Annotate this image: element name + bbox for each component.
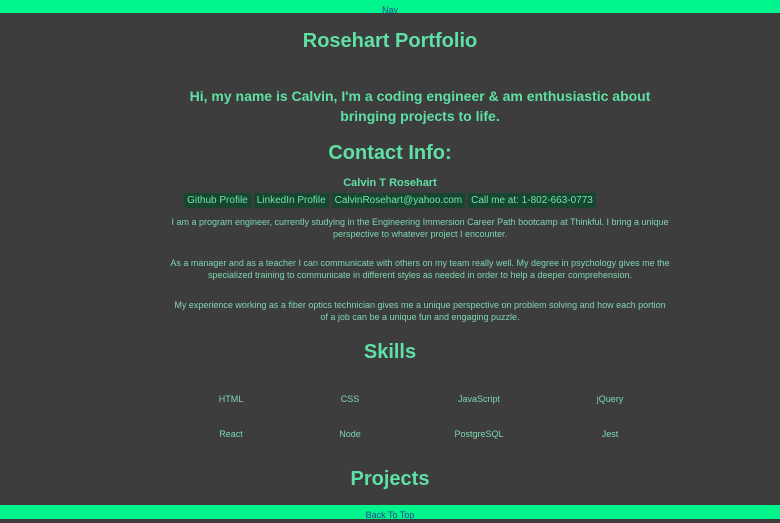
nav-link[interactable]: Nav (382, 5, 398, 15)
linkedin-link[interactable]: LinkedIn Profile (253, 193, 329, 208)
page-title: Rosehart Portfolio (302, 30, 478, 52)
skill-jquery: jQuery (596, 394, 624, 404)
phone-link[interactable]: Call me at: 1-802-663-0773 (468, 193, 596, 208)
contact-links: Github Profile LinkedIn Profile CalvinRo… (0, 193, 780, 208)
projects-heading: Projects (350, 468, 430, 490)
top-nav-bar: Nav (0, 0, 780, 15)
skill-node: Node (339, 429, 361, 439)
skills-heading: Skills (363, 341, 417, 363)
bio-paragraph: My experience working as a fiber optics … (174, 300, 666, 322)
bio-paragraph: I am a program engineer, currently study… (171, 217, 669, 239)
skill-jest: Jest (601, 429, 619, 439)
skill-html: HTML (218, 394, 244, 404)
skill-css: CSS (340, 394, 360, 404)
bottom-bar: Back To Top (0, 505, 780, 520)
skill-javascript: JavaScript (457, 394, 501, 404)
contact-name: Calvin T Rosehart (343, 177, 437, 189)
bio-paragraph: As a manager and as a teacher I can comm… (170, 258, 670, 280)
skill-postgresql: PostgreSQL (454, 429, 504, 439)
email-link[interactable]: CalvinRosehart@yahoo.com (331, 193, 466, 208)
skill-react: React (219, 429, 243, 439)
contact-heading: Contact Info: (328, 142, 452, 164)
intro-text: Hi, my name is Calvin, I'm a coding engi… (189, 88, 651, 124)
github-link[interactable]: Github Profile (184, 193, 251, 208)
